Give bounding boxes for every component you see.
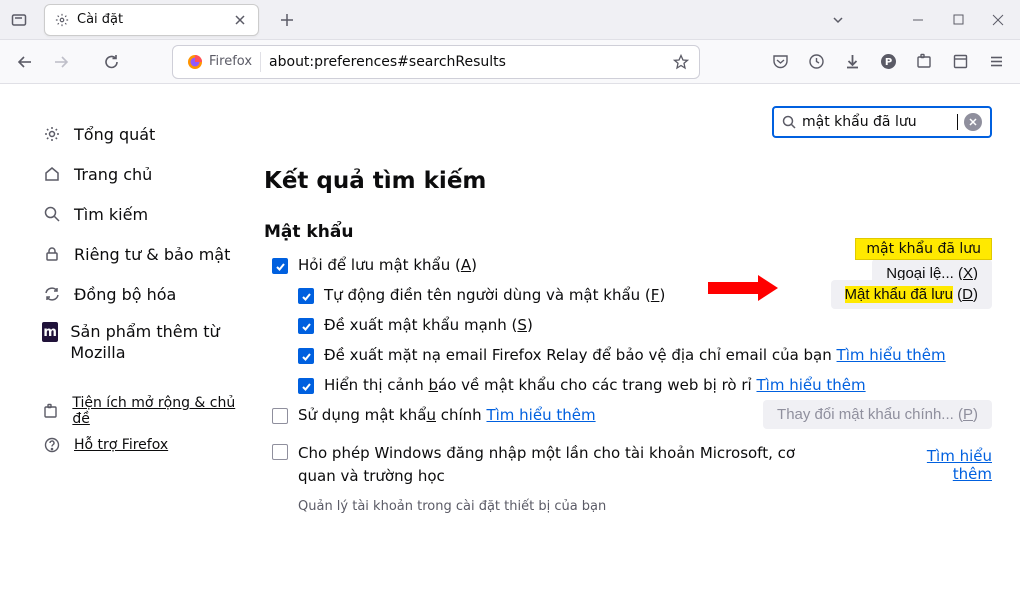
search-icon: [42, 204, 62, 224]
sidebar-toggle-icon[interactable]: [8, 9, 30, 31]
url-bar[interactable]: Firefox about:preferences#searchResults: [172, 45, 700, 79]
extension2-icon[interactable]: [946, 48, 974, 76]
saved-logins-button[interactable]: Mật khẩu đã lưu (D): [831, 280, 992, 309]
back-button[interactable]: [10, 47, 40, 77]
sidebar-item-support[interactable]: Hỗ trợ Firefox: [34, 428, 250, 462]
list-tabs-button[interactable]: [820, 6, 856, 34]
annotation-arrow: [708, 282, 758, 294]
learn-more-link[interactable]: Tìm hiểu thêm: [756, 376, 865, 394]
titlebar: Cài đặt: [0, 0, 1020, 40]
home-icon: [42, 164, 62, 184]
forward-button[interactable]: [46, 47, 76, 77]
url-text: about:preferences#searchResults: [269, 54, 673, 70]
sidebar-label: Tiện ích mở rộng & chủ đề: [72, 395, 242, 427]
option-breach-alerts[interactable]: Hiển thị cảnh báo về mật khẩu cho các tr…: [264, 370, 992, 400]
history-icon[interactable]: [802, 48, 830, 76]
option-ask-save-passwords[interactable]: Hỏi để lưu mật khẩu (A) mật khẩu đã lưu …: [264, 250, 992, 280]
option-label: Đề xuất mật khẩu mạnh (S): [324, 316, 992, 334]
lock-icon: [42, 244, 62, 264]
sidebar-label: Đồng bộ hóa: [74, 285, 176, 304]
maximize-button[interactable]: [940, 6, 976, 34]
settings-sidebar: Tổng quát Trang chủ Tìm kiếm Riêng tư & …: [0, 84, 250, 607]
learn-more-link[interactable]: Tìm hiểu thêm: [837, 346, 946, 364]
help-icon: [42, 435, 62, 455]
option-label: Cho phép Windows đăng nhập một lần cho t…: [298, 442, 828, 487]
account-icon[interactable]: P: [874, 48, 902, 76]
minimize-button[interactable]: [900, 6, 936, 34]
option-autofill[interactable]: Tự động điền tên người dùng và mật khẩu …: [264, 280, 992, 310]
reload-button[interactable]: [96, 47, 126, 77]
gear-icon: [42, 124, 62, 144]
sidebar-item-sync[interactable]: Đồng bộ hóa: [34, 274, 250, 314]
sidebar-item-general[interactable]: Tổng quát: [34, 114, 250, 154]
sidebar-item-extensions[interactable]: Tiện ích mở rộng & chủ đề: [34, 394, 250, 428]
search-icon: [782, 115, 796, 129]
tab-label: Cài đặt: [77, 12, 224, 27]
identity-label: Firefox: [209, 54, 252, 69]
checkbox-icon[interactable]: [298, 348, 314, 364]
option-windows-sso[interactable]: Cho phép Windows đăng nhập một lần cho t…: [264, 436, 992, 493]
sidebar-item-search[interactable]: Tìm kiếm: [34, 194, 250, 234]
clear-search-button[interactable]: [964, 113, 982, 131]
sidebar-item-home[interactable]: Trang chủ: [34, 154, 250, 194]
search-value: mật khẩu đã lưu: [802, 114, 958, 130]
change-primary-password-button: Thay đổi mật khẩu chính... (P): [763, 400, 992, 429]
option-suggest-strong[interactable]: Đề xuất mật khẩu mạnh (S): [264, 310, 992, 340]
checkbox-icon[interactable]: [272, 444, 288, 460]
sync-icon: [42, 284, 62, 304]
option-label: Hiển thị cảnh báo về mật khẩu cho các tr…: [324, 376, 992, 394]
sidebar-label: Tổng quát: [74, 125, 155, 144]
windows-sso-description: Quản lý tài khoản trong cài đặt thiết bị…: [264, 499, 992, 514]
results-heading: Kết quả tìm kiếm: [264, 168, 992, 194]
puzzle-icon: [42, 401, 60, 421]
search-highlight-tooltip: mật khẩu đã lưu: [855, 238, 992, 260]
identity-box[interactable]: Firefox: [183, 52, 261, 72]
sidebar-label: Sản phẩm thêm từ Mozilla: [70, 322, 242, 364]
learn-more-link[interactable]: Tìm hiểu thêm: [922, 447, 992, 483]
svg-text:P: P: [884, 57, 891, 68]
close-window-button[interactable]: [980, 6, 1016, 34]
extension-icon[interactable]: [910, 48, 938, 76]
sidebar-label: Hỗ trợ Firefox: [74, 437, 168, 453]
sidebar-label: Riêng tư & bảo mật: [74, 245, 230, 264]
option-label: Đề xuất mặt nạ email Firefox Relay để bả…: [324, 346, 992, 364]
checkbox-icon[interactable]: [298, 378, 314, 394]
app-menu-icon[interactable]: [982, 48, 1010, 76]
pocket-icon[interactable]: [766, 48, 794, 76]
checkbox-icon[interactable]: [272, 258, 288, 274]
close-icon[interactable]: [232, 12, 248, 28]
checkbox-icon[interactable]: [298, 318, 314, 334]
sidebar-item-more[interactable]: m Sản phẩm thêm từ Mozilla: [34, 314, 250, 364]
option-relay[interactable]: Đề xuất mặt nạ email Firefox Relay để bả…: [264, 340, 992, 370]
downloads-icon[interactable]: [838, 48, 866, 76]
sidebar-label: Tìm kiếm: [74, 205, 148, 224]
bookmark-star-icon[interactable]: [673, 54, 689, 70]
settings-search-input[interactable]: mật khẩu đã lưu: [772, 106, 992, 138]
sidebar-label: Trang chủ: [74, 165, 152, 184]
mozilla-badge-icon: m: [42, 322, 58, 342]
learn-more-link[interactable]: Tìm hiểu thêm: [486, 406, 595, 424]
option-primary-password[interactable]: Sử dụng mật khẩu chính Tìm hiểu thêm Tha…: [264, 400, 992, 430]
nav-toolbar: Firefox about:preferences#searchResults …: [0, 40, 1020, 84]
sidebar-item-privacy[interactable]: Riêng tư & bảo mật: [34, 234, 250, 274]
new-tab-button[interactable]: [273, 6, 301, 34]
gear-icon: [55, 13, 69, 27]
checkbox-icon[interactable]: [298, 288, 314, 304]
settings-main: mật khẩu đã lưu Kết quả tìm kiếm Mật khẩ…: [250, 84, 1020, 607]
checkbox-icon[interactable]: [272, 408, 288, 424]
browser-tab[interactable]: Cài đặt: [44, 4, 259, 36]
